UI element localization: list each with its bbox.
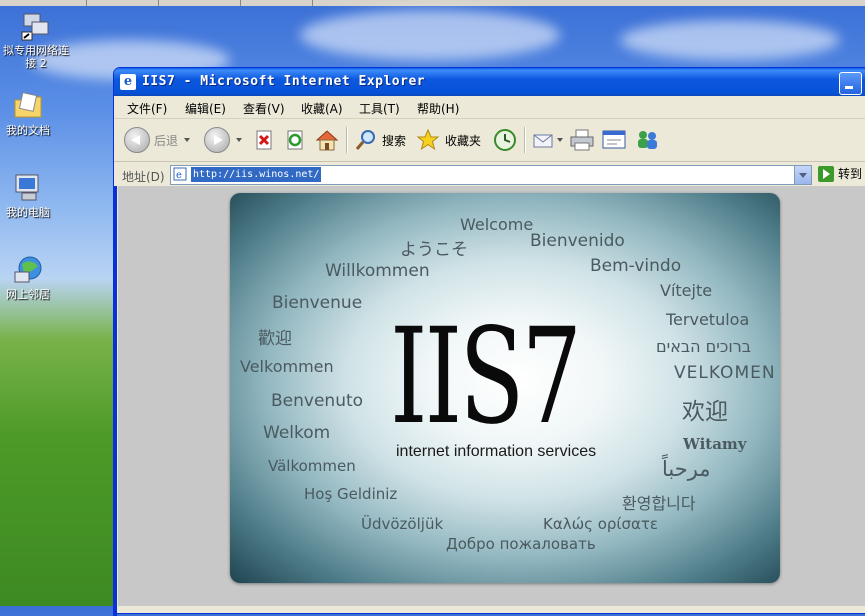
search-icon — [355, 130, 375, 150]
home-button[interactable] — [315, 126, 339, 154]
greeting-text: Välkommen — [268, 457, 356, 475]
greeting-text: Добро пожаловать — [446, 535, 596, 553]
greeting-text: Bienvenue — [272, 293, 363, 313]
chevron-down-icon — [557, 138, 563, 142]
greeting-text: Bienvenido — [530, 231, 625, 251]
greeting-text: Üdvözöljük — [361, 515, 444, 533]
mail-icon — [533, 134, 553, 148]
task-item[interactable] — [88, 0, 159, 6]
greeting-text: 欢迎 — [682, 399, 728, 425]
desktop-icon-label: 网上邻居 — [6, 288, 50, 301]
history-button[interactable] — [492, 126, 518, 154]
network-connection-icon — [20, 10, 52, 42]
back-arrow-icon — [124, 127, 150, 153]
greeting-text: Welkom — [263, 423, 331, 443]
menu-bar: 文件(F) 编辑(E) 查看(V) 收藏(A) 工具(T) 帮助(H) — [114, 96, 865, 119]
greeting-text: 환영합니다 — [622, 494, 696, 513]
menu-help[interactable]: 帮助(H) — [417, 100, 459, 117]
iis7-logo: IIS7 — [390, 300, 582, 454]
greeting-text: 歡迎 — [258, 329, 292, 349]
greeting-text: Hoş Geldiniz — [304, 485, 398, 503]
greeting-text: ברוכים הבאים — [656, 337, 751, 356]
taskbar-strip — [0, 0, 865, 6]
task-item[interactable] — [242, 0, 313, 6]
desktop-icon-my-documents[interactable]: 我的文档 — [0, 90, 64, 137]
forward-button[interactable] — [204, 126, 242, 154]
home-icon — [315, 130, 339, 151]
menu-view[interactable]: 查看(V) — [243, 100, 285, 117]
page-viewport: Welcome ようこそ Bienvenido Willkommen Bem-v… — [118, 186, 865, 606]
network-places-icon — [12, 254, 44, 286]
go-label: 转到 — [838, 167, 863, 181]
menu-tools[interactable]: 工具(T) — [359, 100, 400, 117]
search-label: 搜索 — [382, 133, 407, 148]
greeting-text: VELKOMEN — [674, 363, 776, 383]
svg-text:e: e — [176, 170, 182, 181]
address-url: http://iis.winos.net/ — [191, 167, 322, 182]
search-button[interactable]: 搜索 — [354, 126, 406, 154]
iis7-subtitle: internet information services — [396, 443, 597, 460]
greeting-text: مرحباً — [662, 457, 711, 481]
desktop-icon-vpn[interactable]: 拟专用网络连接 2 — [0, 10, 72, 70]
star-icon — [416, 128, 440, 151]
edit-page-icon — [602, 130, 626, 149]
stop-icon — [256, 130, 272, 150]
desktop-icon-label: 我的电脑 — [6, 206, 50, 219]
greeting-text: Bem-vindo — [590, 256, 682, 276]
desktop-icon-label: 拟专用网络连接 2 — [3, 44, 69, 70]
window-title: IIS7 - Microsoft Internet Explorer — [142, 74, 426, 89]
greeting-text: Benvenuto — [271, 391, 364, 411]
stop-button[interactable] — [254, 126, 276, 154]
history-icon — [494, 129, 516, 151]
address-bar: 地址(D) e http://iis.winos.net/ 转到 — [114, 162, 865, 189]
desktop-icon-my-computer[interactable]: 我的电脑 — [0, 172, 64, 219]
minimize-button[interactable] — [839, 72, 862, 95]
messenger-button[interactable] — [634, 126, 660, 154]
go-button[interactable]: 转到 — [818, 165, 862, 182]
favorites-button[interactable]: 收藏夹 — [416, 126, 481, 154]
chevron-down-icon — [236, 138, 242, 142]
menu-favorites[interactable]: 收藏(A) — [301, 100, 343, 117]
mail-button[interactable] — [532, 126, 563, 154]
chevron-down-icon — [184, 138, 191, 142]
address-dropdown-button[interactable] — [794, 166, 811, 184]
my-documents-icon — [12, 90, 44, 122]
greeting-text: Tervetuloa — [666, 310, 750, 329]
page-icon: e — [173, 167, 187, 181]
back-button[interactable]: 后退 — [124, 126, 191, 154]
refresh-icon — [287, 130, 303, 150]
toolbar: 后退 搜索 收藏夹 — [114, 119, 865, 162]
greeting-text: Velkommen — [240, 357, 334, 376]
back-label: 后退 — [154, 133, 179, 148]
address-input[interactable]: e http://iis.winos.net/ — [170, 165, 812, 185]
forward-arrow-icon — [204, 127, 230, 153]
menu-file[interactable]: 文件(F) — [127, 100, 167, 117]
iis7-welcome-image[interactable]: Welcome ようこそ Bienvenido Willkommen Bem-v… — [230, 193, 780, 583]
task-item[interactable] — [0, 0, 87, 6]
print-button[interactable] — [569, 126, 595, 154]
greeting-text: Witamy — [683, 435, 747, 453]
greeting-text: Willkommen — [325, 261, 430, 281]
window-border — [113, 186, 117, 616]
messenger-icon — [638, 131, 657, 149]
my-computer-icon — [12, 172, 44, 204]
menu-edit[interactable]: 编辑(E) — [185, 100, 226, 117]
greeting-text: ようこそ — [400, 240, 468, 260]
go-arrow-icon — [818, 165, 834, 182]
task-item[interactable] — [160, 0, 241, 6]
favorites-label: 收藏夹 — [445, 133, 482, 148]
desktop-icon-label: 我的文档 — [6, 124, 50, 137]
edit-button[interactable] — [601, 126, 627, 154]
greeting-text: Vítejte — [660, 281, 713, 300]
desktop-icon-network-places[interactable]: 网上邻居 — [0, 254, 64, 301]
address-label: 地址(D) — [122, 170, 165, 184]
title-bar[interactable]: e IIS7 - Microsoft Internet Explorer — [114, 68, 865, 96]
ie-icon: e — [120, 74, 136, 90]
greeting-text: Καλώς ορίσατε — [543, 515, 659, 533]
print-icon — [570, 129, 594, 151]
refresh-button[interactable] — [285, 126, 307, 154]
greeting-text: Welcome — [460, 215, 534, 234]
